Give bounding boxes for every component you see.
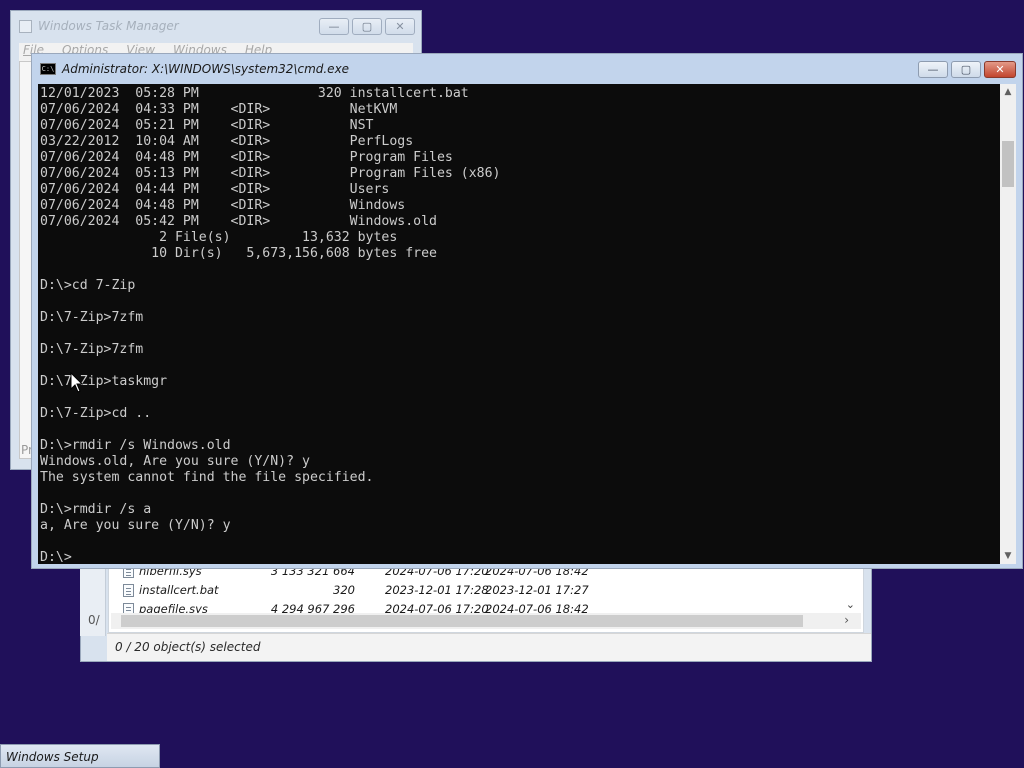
- console-line: 2 File(s) 13,632 bytes: [40, 230, 398, 245]
- console-line: D:\7-Zip>7zfm: [40, 310, 144, 325]
- taskbar-windows-setup-button[interactable]: Windows Setup: [0, 744, 160, 768]
- scroll-up-icon[interactable]: ▲: [1000, 84, 1016, 100]
- maximize-button[interactable]: ▢: [352, 18, 382, 35]
- mouse-pointer-icon: [70, 372, 84, 393]
- file-row[interactable]: installcert.bat 320 2023-12-01 17:28 202…: [115, 581, 845, 599]
- console-line: 03/22/2012 10:04 AM <DIR> PerfLogs: [40, 134, 414, 149]
- cmd-titlebar[interactable]: C:\ Administrator: X:\WINDOWS\system32\c…: [32, 54, 1022, 84]
- console-line: The system cannot find the file specifie…: [40, 470, 374, 485]
- task-manager-icon: [19, 19, 32, 33]
- desktop: Windows Task Manager — ▢ ✕ File Options …: [0, 0, 1024, 768]
- console-line: D:\7-Zip>taskmgr: [40, 374, 168, 389]
- console-output[interactable]: 12/01/2023 05:28 PM 320 installcert.bat …: [38, 84, 1000, 564]
- console-line: 07/06/2024 04:48 PM <DIR> Windows: [40, 198, 406, 213]
- task-manager-title: Windows Task Manager: [38, 19, 179, 33]
- close-button[interactable]: ✕: [385, 18, 415, 35]
- console-text: 12/01/2023 05:28 PM 320 installcert.bat …: [38, 84, 1000, 564]
- console-line: 07/06/2024 04:33 PM <DIR> NetKVM: [40, 102, 398, 117]
- console-line: Windows.old, Are you sure (Y/N)? y: [40, 454, 310, 469]
- back-pane-status: 0/: [88, 613, 100, 627]
- horizontal-scrollbar[interactable]: ›: [111, 613, 861, 629]
- scroll-down-icon[interactable]: ⌄: [846, 598, 855, 611]
- console-line: D:\>: [40, 550, 72, 564]
- file-icon: [123, 584, 134, 597]
- console-line: 07/06/2024 04:48 PM <DIR> Program Files: [40, 150, 453, 165]
- minimize-button[interactable]: —: [319, 18, 349, 35]
- console-line: D:\7-Zip>7zfm: [40, 342, 144, 357]
- file-manager-window[interactable]: 0/ hiberfil.sys 3 133 321 664 2024-07-06…: [80, 560, 872, 662]
- console-line: D:\>rmdir /s a: [40, 502, 152, 517]
- file-manager-back-pane: 0/: [80, 561, 106, 636]
- console-line: 07/06/2024 04:44 PM <DIR> Users: [40, 182, 390, 197]
- console-line: 07/06/2024 05:21 PM <DIR> NST: [40, 118, 374, 133]
- close-button[interactable]: ✕: [984, 61, 1016, 78]
- console-line: D:\>cd 7-Zip: [40, 278, 136, 293]
- file-size: 320: [333, 583, 355, 597]
- console-line: 10 Dir(s) 5,673,156,608 bytes free: [40, 246, 437, 261]
- cmd-app-icon: C:\: [40, 63, 56, 75]
- cmd-title: Administrator: X:\WINDOWS\system32\cmd.e…: [62, 62, 350, 76]
- file-manager-status: 0 / 20 object(s) selected: [107, 633, 871, 661]
- console-line: a, Are you sure (Y/N)? y: [40, 518, 231, 533]
- console-line: D:\>rmdir /s Windows.old: [40, 438, 231, 453]
- console-line: 07/06/2024 05:13 PM <DIR> Program Files …: [40, 166, 501, 181]
- vertical-scrollbar[interactable]: ▲ ▼: [1000, 84, 1016, 564]
- task-manager-titlebar[interactable]: Windows Task Manager — ▢ ✕: [11, 11, 421, 41]
- file-row[interactable]: pagefile.sys 4 294 967 296 2024-07-06 17…: [115, 600, 845, 614]
- scroll-right-icon[interactable]: ›: [844, 613, 849, 627]
- console-line: D:\7-Zip>cd ..: [40, 406, 152, 421]
- console-line: 07/06/2024 05:42 PM <DIR> Windows.old: [40, 214, 437, 229]
- scroll-down-icon[interactable]: ▼: [1000, 548, 1016, 564]
- console-line: 12/01/2023 05:28 PM 320 installcert.bat: [40, 86, 469, 101]
- file-created: 2023-12-01 17:27: [485, 583, 589, 597]
- maximize-button[interactable]: ▢: [951, 61, 981, 78]
- file-name: installcert.bat: [139, 583, 219, 597]
- scrollbar-thumb[interactable]: [121, 615, 803, 627]
- file-modified: 2023-12-01 17:28: [385, 583, 489, 597]
- scrollbar-thumb[interactable]: [1002, 141, 1014, 187]
- minimize-button[interactable]: —: [918, 61, 948, 78]
- cmd-window[interactable]: C:\ Administrator: X:\WINDOWS\system32\c…: [31, 53, 1023, 569]
